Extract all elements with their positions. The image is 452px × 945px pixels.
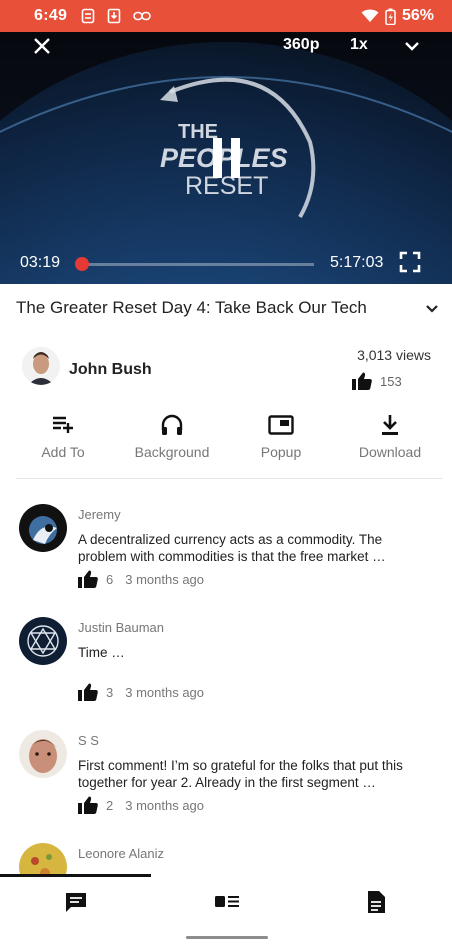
pause-icon-bar	[231, 138, 240, 178]
expand-details-button[interactable]	[420, 296, 444, 320]
action-label: Download	[358, 444, 422, 460]
home-indicator[interactable]	[186, 936, 268, 939]
comment-like-count: 6	[106, 571, 114, 587]
like-count-value: 153	[380, 373, 402, 389]
status-right: 56%	[361, 7, 434, 25]
like-count: 153	[352, 372, 402, 390]
comment-date: 3 months ago	[125, 797, 205, 813]
avatar-image	[19, 617, 67, 665]
headphones-icon	[161, 414, 183, 435]
comment-avatar[interactable]	[19, 617, 67, 665]
comment-meta: 6 3 months ago	[78, 570, 204, 588]
fullscreen-button[interactable]	[399, 251, 421, 273]
action-label: Popup	[260, 444, 302, 460]
minimize-player-button[interactable]	[400, 34, 424, 58]
chevron-down-icon	[405, 42, 419, 51]
comment-meta: 2 3 months ago	[78, 796, 204, 814]
video-player[interactable]: THE PEOPLES RESET 360p 1x 03:19 5:17:03	[0, 32, 452, 284]
uploader-avatar[interactable]	[22, 347, 60, 385]
divider	[16, 478, 442, 479]
comment-text: Time …	[78, 645, 125, 660]
comment-like-count: 3	[106, 684, 114, 700]
action-label: Add To	[41, 444, 85, 460]
avatar-image	[19, 730, 67, 778]
popup-player-button[interactable]: Popup	[231, 414, 331, 460]
action-label: Background	[134, 444, 210, 460]
wifi-icon	[361, 9, 379, 22]
thumbs-up-icon	[78, 570, 98, 588]
avatar-image	[19, 504, 67, 552]
battery-icon	[385, 8, 396, 25]
add-to-playlist-button[interactable]: Add To	[13, 414, 113, 460]
thumbs-up-icon	[78, 683, 98, 701]
view-count: 3,013 views	[357, 347, 431, 363]
playback-speed-selector[interactable]: 1x	[350, 36, 368, 54]
video-duration: 5:17:03	[330, 254, 384, 271]
seek-bar[interactable]	[82, 263, 314, 266]
background-play-button[interactable]: Background	[122, 414, 222, 460]
comment-avatar[interactable]	[19, 730, 67, 778]
bottom-tab-bar	[0, 874, 452, 945]
tab-description[interactable]	[361, 888, 391, 916]
comment-author[interactable]: Justin Bauman	[78, 620, 164, 635]
status-time: 6:49	[34, 7, 68, 24]
related-videos-icon	[215, 896, 239, 907]
comment-date: 3 months ago	[125, 571, 205, 587]
pause-button[interactable]	[213, 138, 247, 178]
tab-indicator	[0, 874, 151, 877]
seek-thumb[interactable]	[75, 257, 89, 271]
comment-author[interactable]: S S	[78, 733, 99, 748]
thumbs-up-icon	[78, 796, 98, 814]
download-icon	[382, 415, 398, 435]
storage-icon	[81, 8, 95, 24]
action-bar: Add To Background Popup Download	[0, 414, 452, 466]
current-time: 03:19	[20, 254, 61, 271]
playlist-add-icon	[53, 416, 73, 433]
comment-author[interactable]: Leonore Alaniz	[78, 846, 164, 861]
pause-icon	[213, 138, 222, 178]
video-title: The Greater Reset Day 4: Take Back Our T…	[16, 298, 367, 317]
status-bar: 6:49 56%	[0, 0, 452, 32]
download-button[interactable]: Download	[340, 414, 440, 460]
close-player-button[interactable]	[28, 32, 56, 60]
fullscreen-icon	[399, 251, 421, 273]
close-icon	[34, 38, 50, 54]
comment-meta: 3 3 months ago	[78, 683, 204, 701]
avatar-image	[22, 347, 60, 385]
comments-icon	[66, 893, 86, 912]
battery-percent: 56%	[401, 7, 434, 24]
comment-author[interactable]: Jeremy	[78, 507, 121, 522]
thumbs-up-icon	[352, 372, 372, 390]
comment-like-count: 2	[106, 797, 114, 813]
uploader-name[interactable]: John Bush	[69, 361, 152, 379]
chevron-down-icon	[426, 305, 438, 313]
status-notification-icons	[81, 8, 152, 24]
comment-text: First comment! I’m so grateful for the f…	[78, 758, 403, 790]
svg-text:THE: THE	[178, 121, 218, 143]
description-icon	[368, 891, 385, 913]
title-row[interactable]: The Greater Reset Day 4: Take Back Our T…	[16, 298, 438, 318]
popup-icon	[268, 415, 294, 435]
tab-related-videos[interactable]	[212, 888, 242, 916]
quality-selector[interactable]: 360p	[283, 36, 319, 54]
download-status-icon	[107, 8, 121, 24]
link-icon	[133, 11, 152, 21]
comment-date: 3 months ago	[125, 684, 205, 700]
comment-avatar[interactable]	[19, 504, 67, 552]
tab-comments[interactable]	[61, 888, 91, 916]
comment-text: A decentralized currency acts as a commo…	[78, 532, 386, 564]
